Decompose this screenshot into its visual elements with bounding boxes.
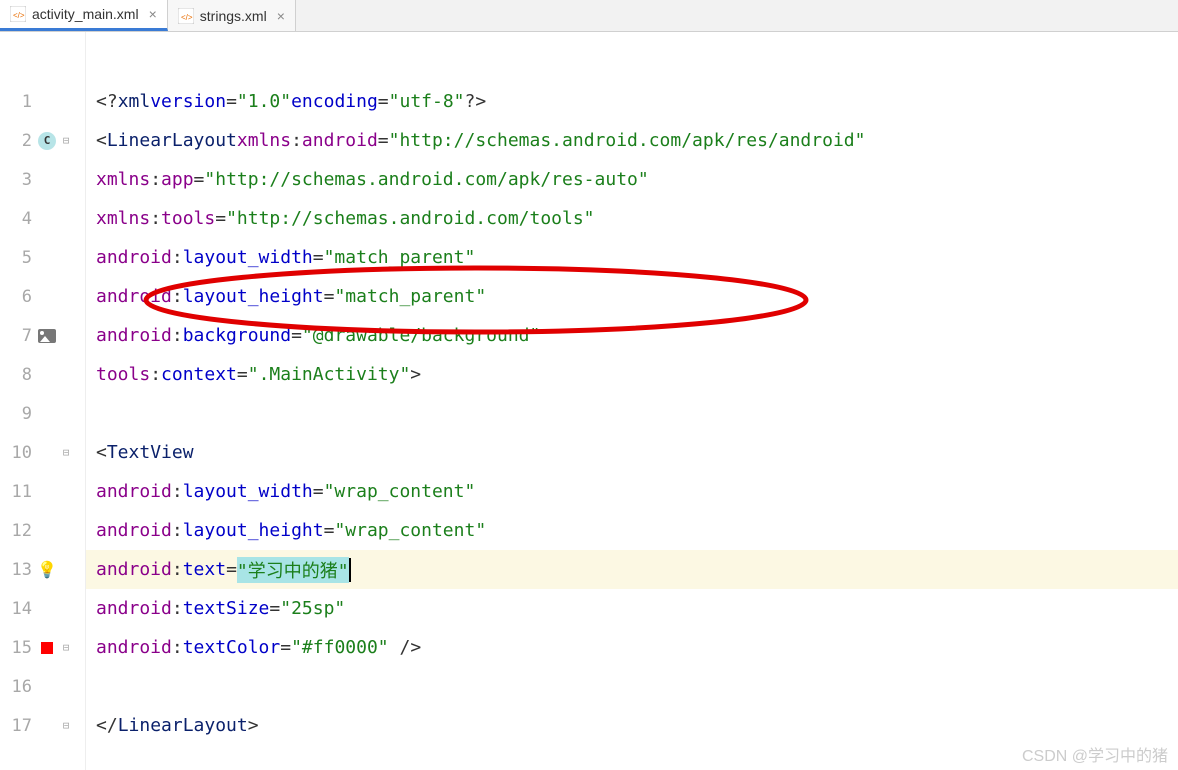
svg-text:</>: </> xyxy=(13,11,25,20)
xml-file-icon: </> xyxy=(10,6,26,22)
code-line[interactable]: android:layout_width="wrap_content" xyxy=(86,472,1178,511)
line-number: 17 xyxy=(0,716,36,736)
class-badge-icon[interactable]: C xyxy=(38,132,56,150)
code-line[interactable]: android:textColor="#ff0000" /> xyxy=(86,628,1178,667)
code-line[interactable]: android:background="@drawable/background… xyxy=(86,316,1178,355)
tab-label: activity_main.xml xyxy=(32,6,139,22)
line-number: 1 xyxy=(0,92,36,112)
code-line[interactable]: <LinearLayout xmlns:android="http://sche… xyxy=(86,121,1178,160)
line-number: 7 xyxy=(0,326,36,346)
code-area[interactable]: <?xml version="1.0" encoding="utf-8"?> <… xyxy=(86,32,1178,770)
svg-text:</>: </> xyxy=(181,13,193,22)
line-number: 2 xyxy=(0,131,36,151)
line-number: 8 xyxy=(0,365,36,385)
line-number: 4 xyxy=(0,209,36,229)
lightbulb-icon[interactable]: 💡 xyxy=(37,560,57,579)
code-line[interactable]: xmlns:tools="http://schemas.android.com/… xyxy=(86,199,1178,238)
tab-label: strings.xml xyxy=(200,8,267,24)
xml-file-icon: </> xyxy=(178,8,194,24)
tab-activity-main[interactable]: </> activity_main.xml × xyxy=(0,0,168,31)
text-cursor xyxy=(349,558,351,582)
line-number: 16 xyxy=(0,677,36,697)
gutter: 1 2C⊟ 3 4 5 6 7 8 9 10⊟ 11 12 13💡 14 15⊟… xyxy=(0,32,86,770)
fold-icon[interactable]: ⊟ xyxy=(58,719,74,732)
code-line[interactable]: xmlns:app="http://schemas.android.com/ap… xyxy=(86,160,1178,199)
code-line-current[interactable]: android:text="学习中的猪" xyxy=(86,550,1178,589)
tab-bar: </> activity_main.xml × </> strings.xml … xyxy=(0,0,1178,32)
code-line[interactable]: tools:context=".MainActivity"> xyxy=(86,355,1178,394)
code-line[interactable] xyxy=(86,394,1178,433)
code-line[interactable]: android:layout_width="match_parent" xyxy=(86,238,1178,277)
code-line[interactable] xyxy=(86,667,1178,706)
color-swatch-icon[interactable] xyxy=(41,642,53,654)
line-number: 15 xyxy=(0,638,36,658)
code-line[interactable]: android:textSize="25sp" xyxy=(86,589,1178,628)
close-icon[interactable]: × xyxy=(273,8,285,24)
line-number: 6 xyxy=(0,287,36,307)
line-number: 14 xyxy=(0,599,36,619)
code-line[interactable]: android:layout_height="wrap_content" xyxy=(86,511,1178,550)
code-line[interactable]: <?xml version="1.0" encoding="utf-8"?> xyxy=(86,82,1178,121)
fold-icon[interactable]: ⊟ xyxy=(58,446,74,459)
code-line[interactable]: </LinearLayout> xyxy=(86,706,1178,745)
close-icon[interactable]: × xyxy=(145,6,157,22)
image-icon[interactable] xyxy=(38,329,56,343)
code-line[interactable]: <TextView xyxy=(86,433,1178,472)
line-number: 9 xyxy=(0,404,36,424)
code-line[interactable]: android:layout_height="match_parent" xyxy=(86,277,1178,316)
line-number: 13 xyxy=(0,560,36,580)
line-number: 10 xyxy=(0,443,36,463)
line-number: 11 xyxy=(0,482,36,502)
editor[interactable]: 1 2C⊟ 3 4 5 6 7 8 9 10⊟ 11 12 13💡 14 15⊟… xyxy=(0,32,1178,770)
fold-icon[interactable]: ⊟ xyxy=(58,641,74,654)
tab-strings[interactable]: </> strings.xml × xyxy=(168,0,296,31)
watermark: CSDN @学习中的猪 xyxy=(1022,742,1168,766)
line-number: 5 xyxy=(0,248,36,268)
line-number: 12 xyxy=(0,521,36,541)
fold-icon[interactable]: ⊟ xyxy=(58,134,74,147)
line-number: 3 xyxy=(0,170,36,190)
